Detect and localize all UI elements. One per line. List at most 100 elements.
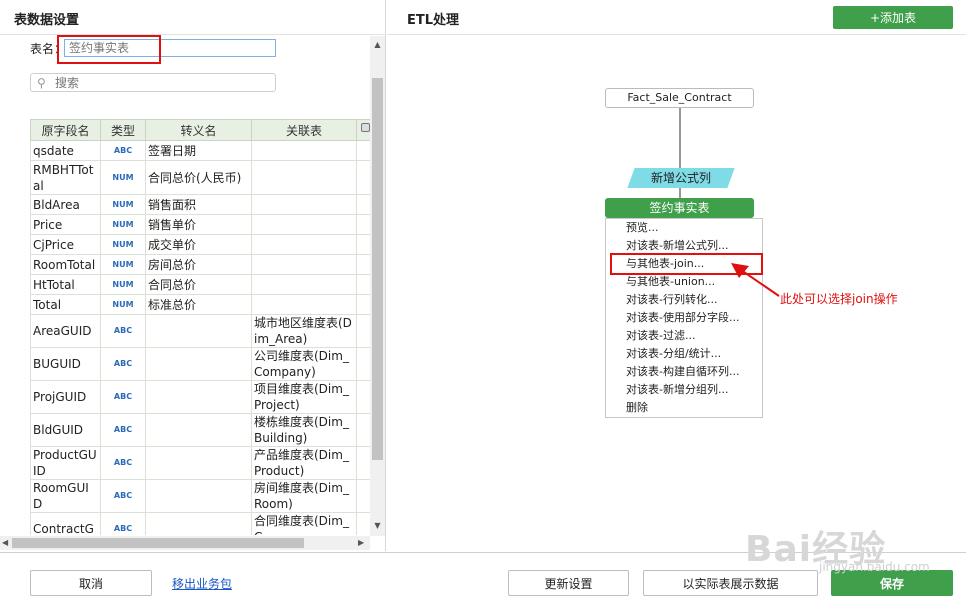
table-row[interactable]: ContractGABC 合同维度表(Dim_C xyxy=(30,512,370,535)
col-header-rel[interactable]: 关联表 xyxy=(251,119,357,141)
blank-cell xyxy=(356,294,370,315)
blank-cell xyxy=(356,446,370,480)
relation-cell: 公司维度表(Dim_Company) xyxy=(251,347,357,381)
table-row[interactable]: ProjGUID ABC 项目维度表(Dim_Project) xyxy=(30,380,370,414)
menu-item[interactable]: 对该表-新增分组列... xyxy=(606,381,762,399)
search-input[interactable] xyxy=(55,75,265,90)
relation-cell xyxy=(251,274,357,295)
type-cell: NUM xyxy=(100,160,146,195)
alias-cell[interactable]: 合同总价(人民币) xyxy=(145,160,252,195)
blank-cell xyxy=(356,314,370,348)
scroll-right-icon[interactable]: ▶ xyxy=(358,538,364,547)
relation-cell xyxy=(251,254,357,275)
type-cell: ABC xyxy=(100,314,146,348)
watermark: Bai经验 jingyan.baidu.com xyxy=(745,520,965,580)
scroll-down-icon[interactable]: ▼ xyxy=(370,521,385,530)
alias-cell[interactable]: 房间总价 xyxy=(145,254,252,275)
blank-cell xyxy=(356,479,370,513)
field-name-cell: BldGUID xyxy=(30,413,101,447)
menu-item[interactable]: 对该表-过滤... xyxy=(606,327,762,345)
scroll-thumb[interactable] xyxy=(12,538,304,548)
relation-cell: 楼栋维度表(Dim_Building) xyxy=(251,413,357,447)
main-table-node[interactable]: 签约事实表 xyxy=(605,198,754,218)
field-name-cell: AreaGUID xyxy=(30,314,101,348)
type-cell: NUM xyxy=(100,234,146,255)
relation-cell: 房间维度表(Dim_Room) xyxy=(251,479,357,513)
field-name-cell: RMBHTTotal xyxy=(30,160,101,195)
field-name-cell: ProductGUID xyxy=(30,446,101,480)
alias-cell[interactable] xyxy=(145,347,252,381)
divider xyxy=(387,34,966,35)
alias-cell[interactable]: 销售面积 xyxy=(145,194,252,215)
remove-from-package-link[interactable]: 移出业务包 xyxy=(172,575,232,592)
search-box[interactable]: ⚲ xyxy=(30,73,276,92)
field-name-cell: ContractG xyxy=(30,512,101,535)
menu-item[interactable]: 对该表-分组/统计... xyxy=(606,345,762,363)
alias-cell[interactable]: 销售单价 xyxy=(145,214,252,235)
scroll-left-icon[interactable]: ◀ xyxy=(2,538,8,547)
alias-cell[interactable] xyxy=(145,446,252,480)
alias-cell[interactable]: 签署日期 xyxy=(145,140,252,161)
alias-cell[interactable] xyxy=(145,380,252,414)
type-cell: ABC xyxy=(100,140,146,161)
table-row[interactable]: CjPrice NUM 成交单价 xyxy=(30,234,370,255)
panel-title: 表数据设置 xyxy=(14,13,80,28)
field-name-cell: CjPrice xyxy=(30,234,101,255)
etl-panel: ETL处理 +添加表 Fact_Sale_Contract 新增公式列 签约事实… xyxy=(387,0,966,551)
relation-cell xyxy=(251,294,357,315)
alias-cell[interactable] xyxy=(145,479,252,513)
menu-item[interactable]: 删除 xyxy=(606,399,762,417)
alias-cell[interactable] xyxy=(145,413,252,447)
menu-item[interactable]: 对该表-构建自循环列... xyxy=(606,363,762,381)
annotation-box xyxy=(57,35,161,64)
table-row[interactable]: ProductGUID ABC 产品维度表(Dim_Product) xyxy=(30,446,370,480)
alias-cell[interactable]: 合同总价 xyxy=(145,274,252,295)
field-name-cell: RoomGUID xyxy=(30,479,101,513)
watermark-url: jingyan.baidu.com xyxy=(819,560,930,574)
alias-cell[interactable] xyxy=(145,314,252,348)
search-icon: ⚲ xyxy=(37,76,46,90)
table-row[interactable]: BldArea NUM 销售面积 xyxy=(30,194,370,215)
table-row[interactable]: Total NUM 标准总价 xyxy=(30,294,370,315)
table-row[interactable]: Price NUM 销售单价 xyxy=(30,214,370,235)
alias-cell[interactable]: 成交单价 xyxy=(145,234,252,255)
alias-cell[interactable]: 标准总价 xyxy=(145,294,252,315)
col-header-type[interactable]: 类型 xyxy=(100,119,146,141)
scroll-thumb[interactable] xyxy=(372,78,383,460)
table-row[interactable]: BUGUID ABC 公司维度表(Dim_Company) xyxy=(30,347,370,381)
relation-cell: 项目维度表(Dim_Project) xyxy=(251,380,357,414)
type-cell: ABC xyxy=(100,413,146,447)
update-settings-button[interactable]: 更新设置 xyxy=(508,570,629,596)
blank-cell xyxy=(356,413,370,447)
table-row[interactable]: RMBHTTotal NUM 合同总价(人民币) xyxy=(30,160,370,195)
col-header-alias[interactable]: 转义名 xyxy=(145,119,252,141)
annotation-arrow-icon xyxy=(731,263,780,297)
blank-cell xyxy=(356,254,370,275)
column-settings-icon[interactable] xyxy=(361,123,370,132)
panel-title: ETL处理 xyxy=(407,13,460,28)
col-header-orig[interactable]: 原字段名 xyxy=(30,119,101,141)
table-row[interactable]: HtTotal NUM 合同总价 xyxy=(30,274,370,295)
field-name-cell: ProjGUID xyxy=(30,380,101,414)
scroll-up-icon[interactable]: ▲ xyxy=(370,40,385,49)
vertical-scrollbar[interactable]: ▲ ▼ xyxy=(370,36,385,536)
table-row[interactable]: AreaGUID ABC 城市地区维度表(Dim_Area) xyxy=(30,314,370,348)
field-table: 原字段名 类型 转义名 关联表 qsdate ABC 签署日期 RMBHTTotal N… xyxy=(30,119,370,535)
blank-cell xyxy=(356,274,370,295)
table-row[interactable]: BldGUID ABC 楼栋维度表(Dim_Building) xyxy=(30,413,370,447)
horizontal-scrollbar[interactable]: ◀ ▶ xyxy=(0,536,370,550)
menu-item[interactable]: 对该表-使用部分字段... xyxy=(606,309,762,327)
alias-cell[interactable] xyxy=(145,512,252,535)
table-row[interactable]: RoomGUID ABC 房间维度表(Dim_Room) xyxy=(30,479,370,513)
cancel-button[interactable]: 取消 xyxy=(30,570,152,596)
source-table-node[interactable]: Fact_Sale_Contract xyxy=(605,88,754,108)
table-row[interactable]: RoomTotal NUM 房间总价 xyxy=(30,254,370,275)
menu-item[interactable]: 预览... xyxy=(606,219,762,237)
type-cell: ABC xyxy=(100,380,146,414)
type-cell: NUM xyxy=(100,274,146,295)
relation-cell: 产品维度表(Dim_Product) xyxy=(251,446,357,480)
table-row[interactable]: qsdate ABC 签署日期 xyxy=(30,140,370,161)
formula-node-label[interactable]: 新增公式列 xyxy=(631,168,731,188)
add-table-button[interactable]: +添加表 xyxy=(833,6,953,29)
relation-cell xyxy=(251,234,357,255)
